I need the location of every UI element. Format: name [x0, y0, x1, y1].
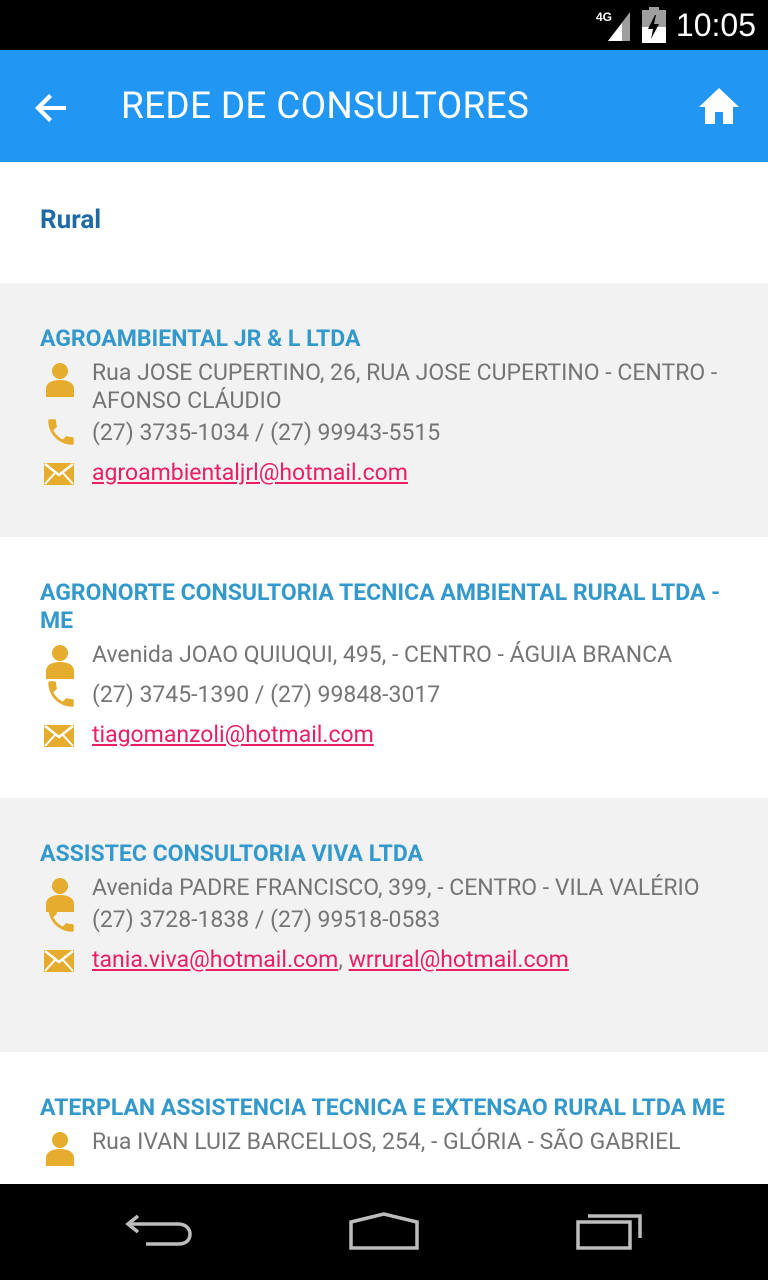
address-text: Avenida JOAO QUIUQUI, 495, - CENTRO - ÁG…	[92, 641, 673, 668]
consultant-name: ASSISTEC CONSULTORIA VIVA LTDA	[40, 840, 424, 867]
phone-text: (27) 3735-1034 / (27) 99943-5515	[92, 419, 441, 446]
email-link[interactable]: agroambientaljrl@hotmail.com	[92, 459, 408, 486]
consultant-name: ATERPLAN ASSISTENCIA TECNICA E EXTENSAO …	[40, 1094, 725, 1121]
email-row: tania.viva@hotmail.com, wrrural@hotmail.…	[40, 946, 728, 974]
email-separator: ,	[338, 946, 343, 973]
recents-nav-icon[interactable]	[574, 1208, 646, 1254]
consultant-name: AGRONORTE CONSULTORIA TECNICA AMBIENTAL …	[40, 579, 721, 634]
battery-icon	[642, 7, 666, 43]
person-icon	[46, 645, 74, 679]
email-row: agroambientaljrl@hotmail.com	[40, 459, 728, 487]
address-row: Avenida JOAO QUIUQUI, 495, - CENTRO - ÁG…	[40, 641, 728, 679]
consultant-card: AGRONORTE CONSULTORIA TECNICA AMBIENTAL …	[0, 537, 768, 798]
consultant-card: ASSISTEC CONSULTORIA VIVA LTDA Avenida P…	[0, 798, 768, 1052]
page-title: REDE DE CONSULTORES	[121, 85, 530, 128]
signal-icon: 4G	[596, 10, 630, 41]
email-link[interactable]: tania.viva@hotmail.com	[92, 946, 338, 973]
email-link[interactable]: wrrural@hotmail.com	[349, 946, 569, 973]
address-text: Avenida PADRE FRANCISCO, 399, - CENTRO -…	[92, 874, 700, 901]
person-icon	[46, 363, 74, 397]
address-row: Avenida PADRE FRANCISCO, 399, - CENTRO -…	[40, 874, 728, 912]
arrow-left-icon[interactable]	[30, 86, 74, 130]
app-bar: REDE DE CONSULTORES	[0, 50, 768, 162]
person-icon	[46, 1132, 74, 1166]
phone-icon	[48, 681, 74, 707]
email-row: tiagomanzoli@hotmail.com	[40, 721, 728, 749]
address-row: Rua JOSE CUPERTINO, 26, RUA JOSE CUPERTI…	[40, 359, 728, 415]
phone-icon	[48, 906, 74, 932]
phone-row: (27) 3728-1838 / (27) 99518-0583	[40, 906, 728, 934]
envelope-icon	[44, 725, 74, 747]
back-nav-icon[interactable]	[124, 1208, 196, 1254]
phone-text: (27) 3745-1390 / (27) 99848-3017	[92, 681, 441, 708]
home-icon[interactable]	[696, 83, 742, 129]
envelope-icon	[44, 950, 74, 972]
home-nav-icon[interactable]	[345, 1208, 423, 1254]
consultant-card: ATERPLAN ASSISTENCIA TECNICA E EXTENSAO …	[0, 1052, 768, 1184]
address-text: Rua JOSE CUPERTINO, 26, RUA JOSE CUPERTI…	[92, 359, 718, 414]
phone-row: (27) 3745-1390 / (27) 99848-3017	[40, 681, 728, 709]
address-text: Rua IVAN LUIZ BARCELLOS, 254, - GLÓRIA -…	[92, 1128, 681, 1155]
email-link[interactable]: tiagomanzoli@hotmail.com	[92, 721, 374, 748]
navigation-bar	[0, 1184, 768, 1280]
status-bar: 4G 10:05	[0, 0, 768, 50]
phone-text: (27) 3728-1838 / (27) 99518-0583	[92, 906, 441, 933]
phone-icon	[48, 419, 74, 445]
consultant-card: AGROAMBIENTAL JR & L LTDA Rua JOSE CUPER…	[0, 283, 768, 537]
consultant-name: AGROAMBIENTAL JR & L LTDA	[40, 325, 361, 352]
address-row: Rua IVAN LUIZ BARCELLOS, 254, - GLÓRIA -…	[40, 1128, 728, 1166]
consultants-list[interactable]: Rural AGROAMBIENTAL JR & L LTDA Rua JOSE…	[0, 162, 768, 1184]
section-label: Rural	[40, 205, 102, 235]
phone-row: (27) 3735-1034 / (27) 99943-5515	[40, 419, 728, 447]
envelope-icon	[44, 463, 74, 485]
status-time: 10:05	[675, 7, 756, 43]
network-type-label: 4G	[596, 10, 612, 24]
section-header: Rural	[0, 162, 768, 283]
